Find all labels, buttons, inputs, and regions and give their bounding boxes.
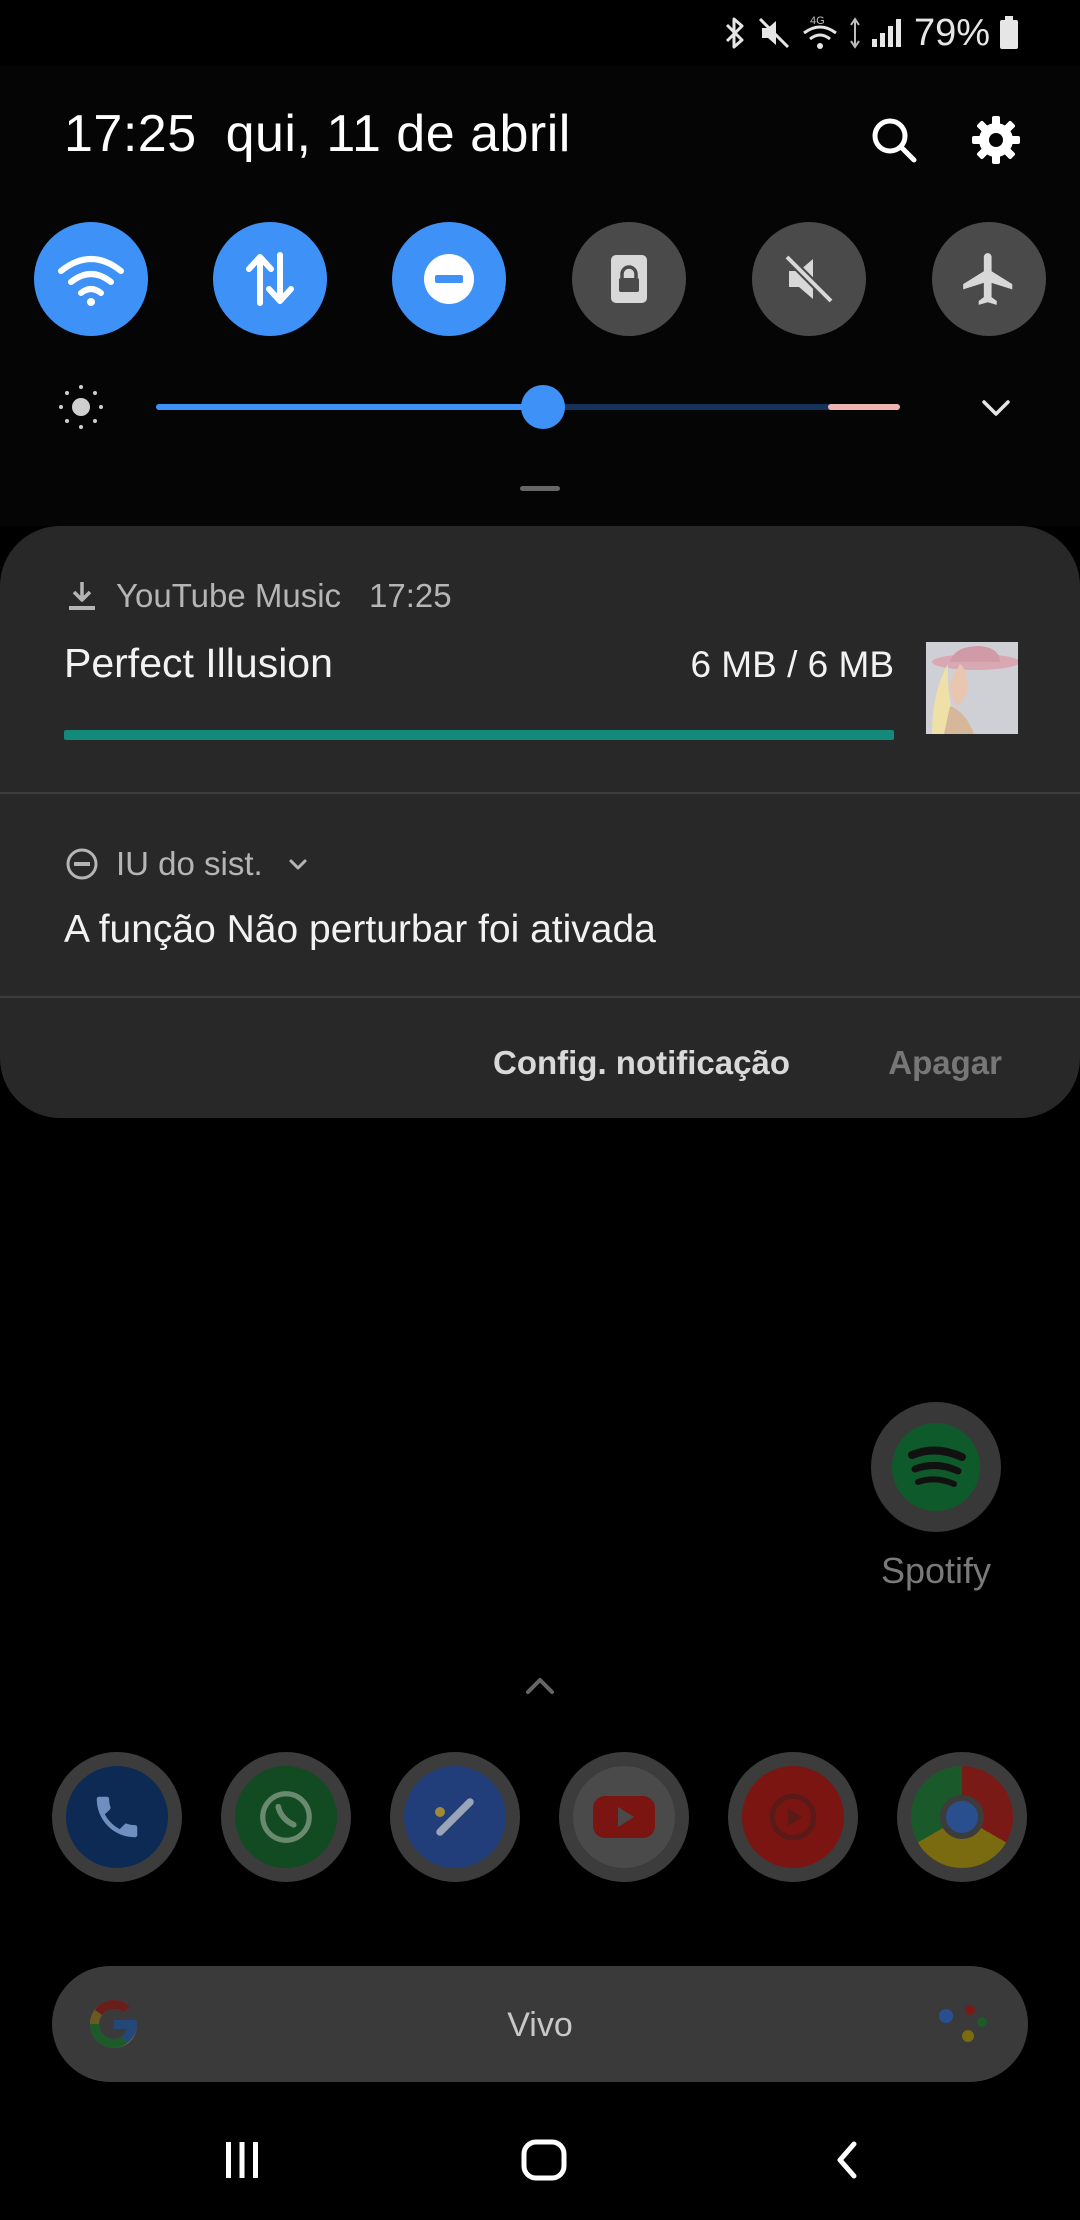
screen-lock-toggle[interactable] [572, 222, 686, 336]
notification-title: Perfect Illusion [64, 640, 333, 686]
youtube-app-icon[interactable] [559, 1752, 689, 1882]
sound-toggle[interactable] [752, 222, 866, 336]
download-progress-fill [64, 730, 894, 740]
wifi-toggle[interactable] [34, 222, 148, 336]
quick-settings-row [34, 222, 1046, 336]
do-not-disturb-icon [424, 254, 474, 304]
phone-app-icon[interactable] [52, 1752, 182, 1882]
do-not-disturb-icon [64, 846, 100, 882]
wifi-icon [58, 256, 124, 306]
date-time: 17:25 qui, 11 de abril [64, 104, 571, 164]
brightness-high-zone [828, 404, 900, 410]
battery-percent: 79% [913, 11, 990, 54]
back-icon[interactable] [818, 2130, 878, 2190]
google-tasks-app-icon[interactable] [390, 1752, 520, 1882]
download-notification[interactable]: YouTube Music 17:25 Perfect Illusion 6 M… [0, 526, 1080, 794]
data-transfer-icon [246, 252, 294, 306]
google-search-bar[interactable]: Vivo [52, 1966, 1028, 2082]
signal-icon [871, 19, 901, 47]
notification-divider [0, 996, 1080, 998]
airplane-mode-toggle[interactable] [932, 222, 1046, 336]
brightness-control [56, 382, 1016, 432]
notification-settings-button[interactable]: Config. notificação [493, 1044, 790, 1082]
expand-chevron-icon[interactable] [976, 388, 1016, 428]
notification-header: IU do sist. [64, 842, 311, 886]
search-bar-label: Vivo [507, 2006, 573, 2044]
quick-panel: 17:25 qui, 11 de abril [0, 66, 1080, 526]
mute-icon [784, 254, 834, 304]
lock-icon [611, 255, 647, 303]
search-icon[interactable] [864, 110, 924, 170]
spotify-label: Spotify [880, 1550, 992, 1591]
app-dock [52, 1752, 1028, 1882]
wifi-icon: 4G [803, 15, 837, 49]
spotify-shortcut[interactable]: Spotify [862, 1402, 1010, 1592]
data-arrows-icon [850, 17, 860, 49]
whatsapp-app-icon[interactable] [221, 1752, 351, 1882]
download-icon [64, 578, 100, 614]
spotify-icon [871, 1402, 1001, 1532]
mobile-data-toggle[interactable] [213, 222, 327, 336]
notification-time: 17:25 [369, 577, 452, 614]
chrome-app-icon[interactable] [897, 1752, 1027, 1882]
brightness-slider-fill [156, 404, 543, 410]
app-name: YouTube Music [116, 577, 342, 614]
notification-card: YouTube Music 17:25 Perfect Illusion 6 M… [0, 526, 1080, 1118]
panel-drag-handle[interactable] [520, 486, 560, 491]
app-drawer-chevron-icon[interactable] [520, 1670, 560, 1700]
navigation-bar [0, 2100, 1080, 2220]
system-ui-notification[interactable]: IU do sist. A função Não perturbar foi a… [0, 794, 1080, 1000]
brightness-slider-thumb[interactable] [520, 385, 565, 429]
notification-actions: Config. notificação Apagar [0, 1002, 1080, 1118]
download-progress-bar [64, 730, 894, 740]
album-art-thumbnail [926, 642, 1018, 734]
bluetooth-icon [725, 17, 744, 49]
status-bar: 4G 79% [0, 0, 1080, 66]
youtube-music-app-icon[interactable] [728, 1752, 858, 1882]
date-label: qui, 11 de abril [225, 105, 571, 163]
clear-notifications-button[interactable]: Apagar [888, 1044, 1002, 1082]
app-name: IU do sist. [116, 845, 263, 882]
notification-header: YouTube Music 17:25 [64, 574, 452, 618]
clock-time: 17:25 [64, 105, 197, 163]
settings-gear-icon[interactable] [966, 110, 1026, 170]
android-screen: Spotify Vivo 4G 79% 17:25 qui, 11 de abr… [0, 0, 1080, 2220]
notification-title: A função Não perturbar foi ativada [64, 908, 656, 951]
brightness-sun-icon [59, 385, 103, 429]
network-type-label: 4G [810, 15, 825, 27]
battery-icon [1000, 16, 1018, 49]
home-icon[interactable] [514, 2130, 574, 2190]
airplane-icon [963, 253, 1013, 305]
google-assistant-icon[interactable] [932, 2000, 992, 2050]
brightness-slider[interactable] [156, 385, 900, 429]
do-not-disturb-toggle[interactable] [392, 222, 506, 336]
expand-notification-chevron-icon[interactable] [285, 851, 311, 877]
download-size: 6 MB / 6 MB [690, 644, 894, 685]
recent-apps-icon[interactable] [212, 2130, 272, 2190]
mute-icon [758, 17, 789, 49]
